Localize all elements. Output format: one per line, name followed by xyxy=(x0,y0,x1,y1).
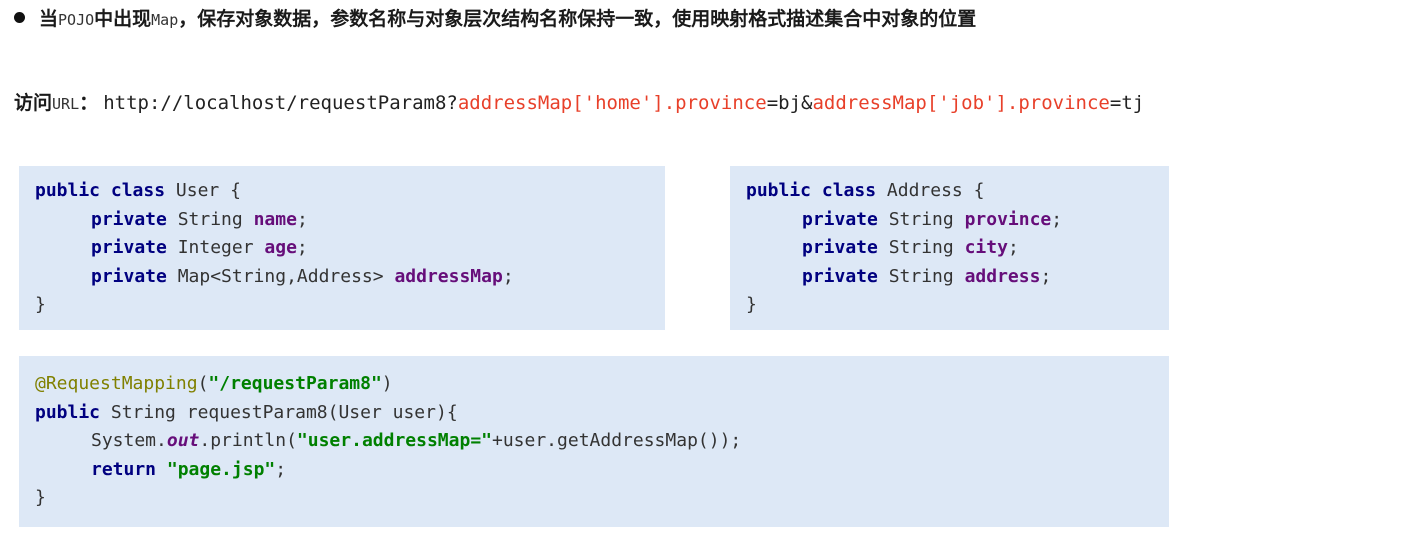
brace: { xyxy=(973,180,985,201)
code-line: public class Address { xyxy=(746,177,1169,206)
semicolon: ; xyxy=(296,208,308,230)
access-label-url: URL xyxy=(52,95,80,113)
keyword: return xyxy=(91,458,157,480)
field-type: String xyxy=(888,237,954,258)
code-line: private String province; xyxy=(746,206,1169,235)
field-name: age xyxy=(264,237,297,258)
semicolon: ; xyxy=(502,265,514,287)
code-line: private Map<String,Address> addressMap; xyxy=(35,263,665,292)
semicolon: ; xyxy=(1051,208,1063,230)
bullet-text-map: Map xyxy=(151,11,179,29)
url-value-job: =tj xyxy=(1109,92,1145,114)
code-line: @RequestMapping("/requestParam8") xyxy=(35,370,1169,399)
keyword: private xyxy=(91,208,167,230)
code-line: public String requestParam8(User user){ xyxy=(35,399,1169,428)
controller-method-code-block: @RequestMapping("/requestParam8") public… xyxy=(19,356,1169,527)
access-url-line: 访问URL： http://localhost/requestParam8?ad… xyxy=(14,88,1144,118)
keyword: class xyxy=(821,180,877,201)
string-literal: "user.addressMap=" xyxy=(296,430,492,451)
user-class-code-block: public class User { private String name;… xyxy=(19,166,665,330)
access-label: 访问 xyxy=(14,92,53,114)
field-name: province xyxy=(964,208,1052,230)
code-line: } xyxy=(746,291,1169,320)
code-line: System.out.println("user.addressMap="+us… xyxy=(35,427,1169,456)
string-literal: "/requestParam8" xyxy=(208,373,382,394)
semicolon: ; xyxy=(296,237,308,258)
semicolon: ; xyxy=(1007,237,1019,258)
url-value-home: =bj& xyxy=(766,92,813,114)
brace: } xyxy=(746,294,757,315)
keyword: class xyxy=(110,180,166,201)
string-literal: "page.jsp" xyxy=(166,458,276,480)
code-line: private Integer age; xyxy=(35,234,665,263)
bullet-dot xyxy=(14,12,25,23)
keyword: private xyxy=(802,265,878,287)
url-param-home: addressMap['home'].province xyxy=(457,92,767,114)
field-type: Map<String,Address> xyxy=(177,265,384,287)
access-url: http://localhost/requestParam8?addressMa… xyxy=(103,92,1144,114)
field-name: address xyxy=(964,265,1041,287)
code-text: System. xyxy=(91,430,167,451)
bullet-text-mid: 中出现 xyxy=(94,8,152,30)
paren: ( xyxy=(197,373,209,394)
bullet-text-pojo: POJO xyxy=(58,11,95,29)
keyword: private xyxy=(802,208,878,230)
bullet-text-rest: ，保存对象数据，参数名称与对象层次结构名称保持一致，使用映射格式描述集合中对象的… xyxy=(178,8,977,30)
field-type: String xyxy=(888,265,954,287)
code-line: private String city; xyxy=(746,234,1169,263)
field-name: city xyxy=(964,237,1008,258)
access-colon: ： xyxy=(79,92,99,114)
class-name: User xyxy=(175,180,220,201)
address-class-code-block: public class Address { private String pr… xyxy=(730,166,1169,330)
annotation: @RequestMapping xyxy=(35,373,198,394)
code-line: public class User { xyxy=(35,177,665,206)
code-line: } xyxy=(35,484,1169,513)
code-line: private String name; xyxy=(35,206,665,235)
field-name: name xyxy=(253,208,297,230)
keyword: private xyxy=(802,237,878,258)
url-base: http://localhost/requestParam8? xyxy=(103,92,458,114)
keyword: private xyxy=(91,265,167,287)
keyword: public xyxy=(35,180,101,201)
static-field: out xyxy=(166,430,200,451)
bullet-text-prefix: 当 xyxy=(39,8,59,30)
method-signature: String requestParam8(User user){ xyxy=(110,401,458,423)
code-text: .println( xyxy=(199,430,297,451)
code-line: private String address; xyxy=(746,263,1169,292)
keyword: public xyxy=(746,180,812,201)
class-name: Address xyxy=(886,180,963,201)
code-line: return "page.jsp"; xyxy=(35,456,1169,485)
brace: } xyxy=(35,294,46,315)
url-param-job: addressMap['job'].province xyxy=(812,92,1110,114)
bullet-heading: 当POJO中出现Map，保存对象数据，参数名称与对象层次结构名称保持一致，使用映… xyxy=(14,4,976,34)
keyword: private xyxy=(91,237,167,258)
code-text: +user.getAddressMap()); xyxy=(492,430,742,451)
field-type: Integer xyxy=(177,237,254,258)
paren: ) xyxy=(381,373,393,394)
semicolon: ; xyxy=(275,458,287,480)
brace: } xyxy=(35,487,46,508)
semicolon: ; xyxy=(1040,265,1052,287)
keyword: public xyxy=(35,401,101,423)
brace: { xyxy=(230,180,241,201)
field-type: String xyxy=(888,208,954,230)
field-name: addressMap xyxy=(394,265,503,287)
field-type: String xyxy=(177,208,243,230)
code-line: } xyxy=(35,291,665,320)
